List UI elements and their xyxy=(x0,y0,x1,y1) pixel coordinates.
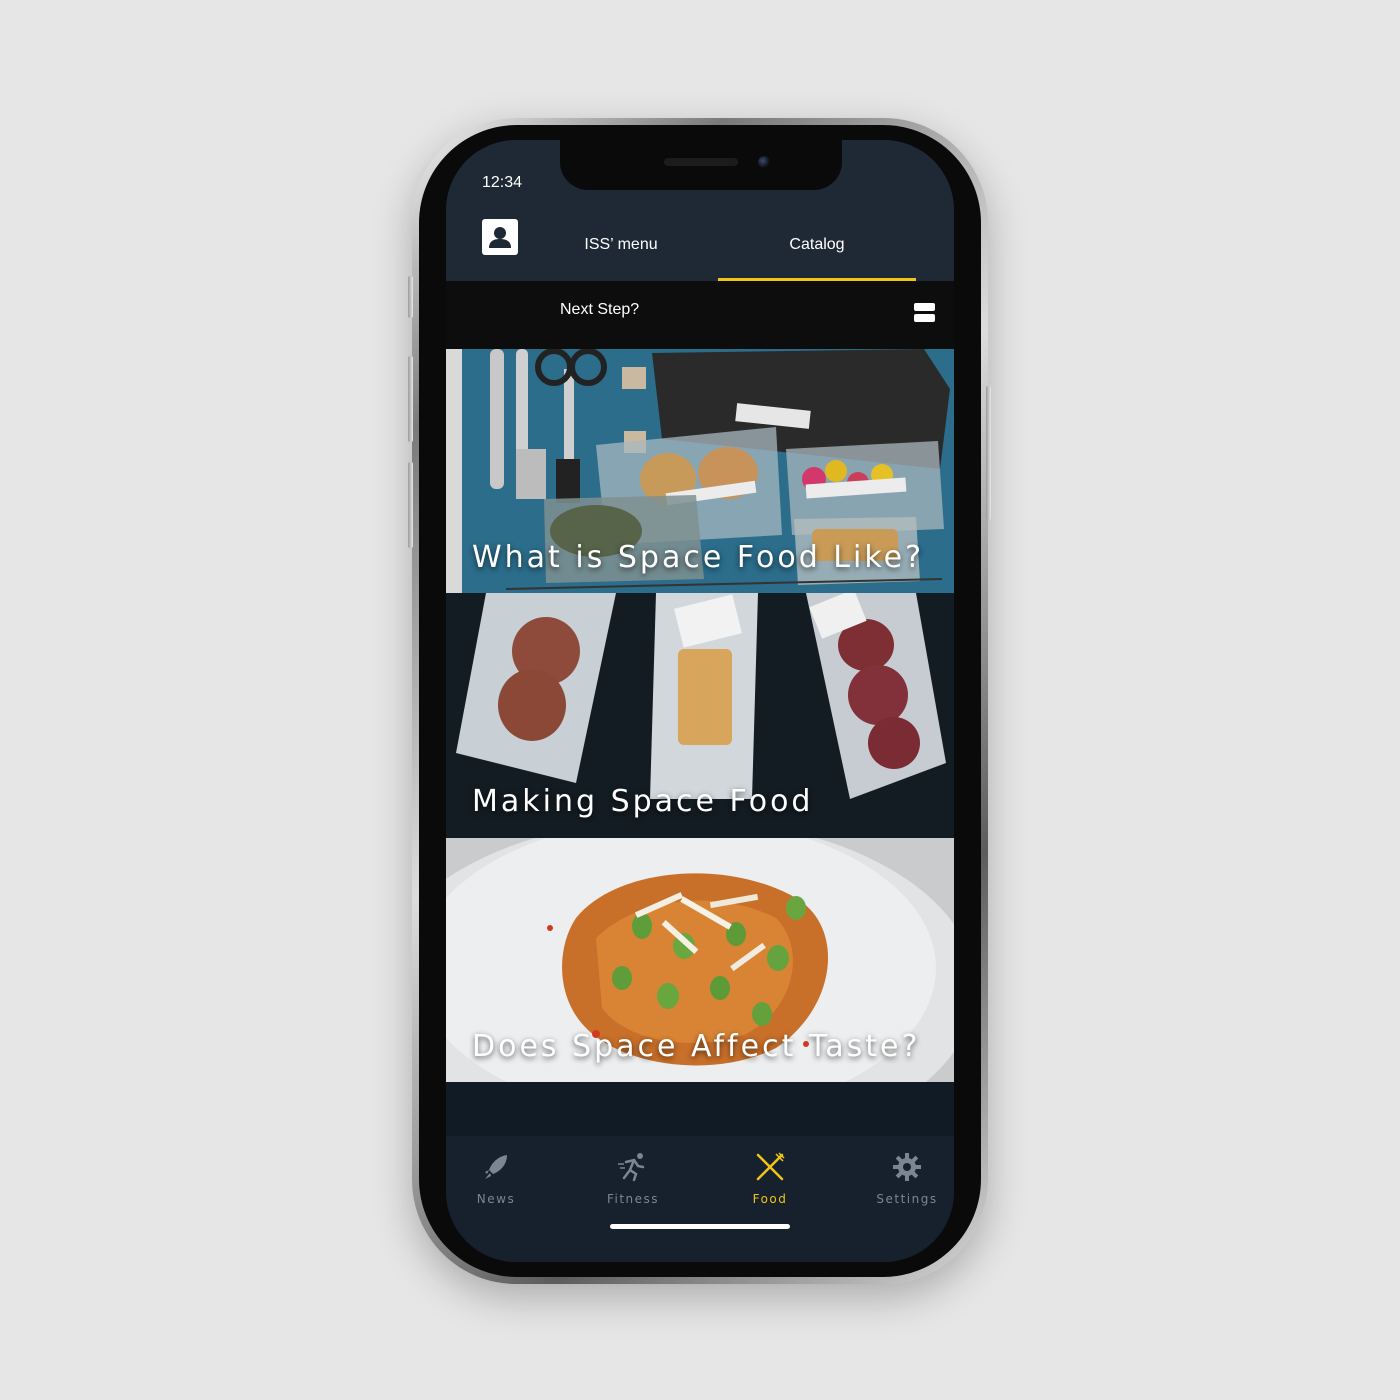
article-card-space-food-like[interactable]: What is Space Food Like? xyxy=(446,349,954,593)
notch xyxy=(560,140,842,190)
card-title: Making Space Food xyxy=(472,784,814,819)
status-time: 12:34 xyxy=(482,174,523,191)
nav-label: Food xyxy=(752,1192,788,1206)
speaker xyxy=(664,158,738,166)
gear-icon xyxy=(893,1153,921,1181)
volume-up-button xyxy=(408,356,413,442)
phone-screen: 12:34 ISS’ menu Catalog Next Step? What … xyxy=(446,140,954,1262)
profile-button[interactable] xyxy=(482,219,518,255)
running-icon xyxy=(618,1153,645,1182)
rocket-icon xyxy=(485,1155,507,1179)
user-icon xyxy=(489,227,511,248)
nav-label: Fitness xyxy=(606,1192,660,1206)
tab-catalog[interactable]: Catalog xyxy=(718,236,916,254)
tab-iss-menu[interactable]: ISS’ menu xyxy=(556,236,686,254)
article-card-making-space-food[interactable]: Making Space Food xyxy=(446,593,954,837)
nav-item-food[interactable]: Food xyxy=(720,1152,820,1206)
card-title: Does Space Affect Taste? xyxy=(472,1029,921,1064)
sub-header: Next Step? xyxy=(446,281,954,349)
article-card-space-affect-taste[interactable]: Does Space Affect Taste? xyxy=(446,838,954,1082)
nav-item-fitness[interactable]: Fitness xyxy=(583,1152,683,1206)
front-camera xyxy=(758,156,770,168)
bottom-nav: News Fitness Food Settings xyxy=(446,1136,954,1262)
next-step-link[interactable]: Next Step? xyxy=(560,301,639,319)
menu-bar xyxy=(914,314,935,322)
mute-switch xyxy=(408,276,413,318)
power-button xyxy=(986,386,991,520)
menu-bar xyxy=(914,303,935,311)
nav-item-news[interactable]: News xyxy=(446,1152,546,1206)
menu-button[interactable] xyxy=(914,303,936,323)
volume-down-button xyxy=(408,462,413,548)
home-indicator[interactable] xyxy=(610,1224,790,1229)
nav-label: News xyxy=(476,1192,516,1206)
card-title: What is Space Food Like? xyxy=(472,540,925,575)
nav-label: Settings xyxy=(876,1192,938,1206)
fork-knife-icon xyxy=(756,1152,785,1181)
nav-item-settings[interactable]: Settings xyxy=(857,1152,954,1206)
